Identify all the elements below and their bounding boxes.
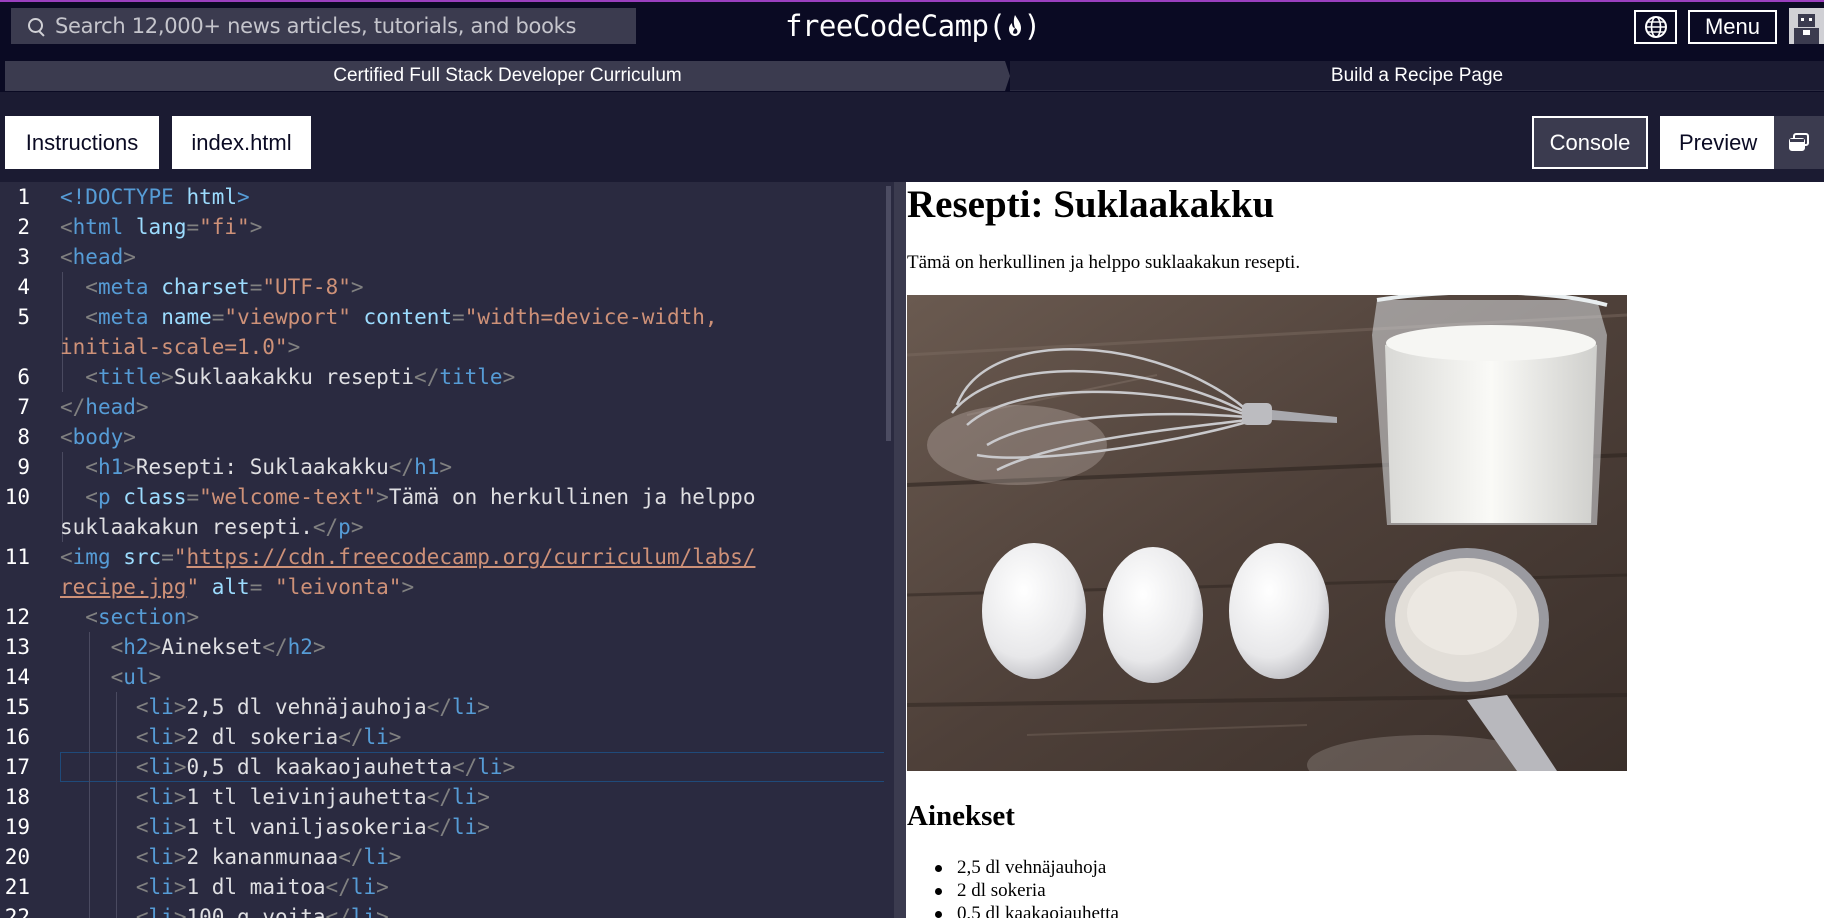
code-line: 8 <body> xyxy=(0,422,890,452)
line-number: 21 xyxy=(4,875,30,899)
code-line: 19 <li>1 tl vaniljasokeria</li> xyxy=(0,812,890,842)
line-number: 15 xyxy=(4,695,30,719)
preview-pane: Resepti: Suklaakakku Tämä on herkullinen… xyxy=(906,182,1824,918)
line-number: 19 xyxy=(4,815,30,839)
preview-intro: Tämä on herkullinen ja helppo suklaakaku… xyxy=(907,252,1301,273)
code-line: 17 <li>0,5 dl kaakaojauhetta</li> xyxy=(0,752,890,782)
pane-splitter[interactable] xyxy=(894,182,906,918)
line-number: 12 xyxy=(4,605,30,629)
list-item: 2 dl sokeria xyxy=(935,879,1119,902)
line-number: 11 xyxy=(4,545,30,569)
language-button[interactable] xyxy=(1634,10,1677,44)
code-line: initial-scale=1.0"> xyxy=(60,335,301,359)
editor-scroll-thumb[interactable] xyxy=(886,186,891,441)
list-item: 0,5 dl kaakaojauhetta xyxy=(935,902,1119,918)
code-line: 6 <title>Suklaakakku resepti</title> xyxy=(0,362,890,392)
preview-button[interactable]: Preview xyxy=(1660,116,1824,169)
line-number: 8 xyxy=(17,425,30,449)
code-line: 10 <p class="welcome-text">Tämä on herku… xyxy=(0,482,890,512)
code-line: 16 <li>2 dl sokeria</li> xyxy=(0,722,890,752)
code-line: 18 <li>1 tl leivinjauhetta</li> xyxy=(0,782,890,812)
preview-heading: Resepti: Suklaakakku xyxy=(907,183,1275,226)
code-line: 22 <li>100 g voita</li> xyxy=(0,902,890,918)
line-number: 18 xyxy=(4,785,30,809)
line-number: 22 xyxy=(4,905,30,918)
code-line: 20 <li>2 kananmunaa</li> xyxy=(0,842,890,872)
line-number: 2 xyxy=(17,215,30,239)
avatar[interactable] xyxy=(1789,8,1824,44)
tab-index-html[interactable]: index.html xyxy=(172,116,311,169)
tab-instructions[interactable]: Instructions xyxy=(5,116,159,169)
popout-icon xyxy=(1789,132,1809,151)
logo-text: freeCodeCamp( xyxy=(785,9,1006,43)
line-number: 14 xyxy=(4,665,30,689)
code-line: 14 <ul> xyxy=(0,662,890,692)
code-line: 15 <li>2,5 dl vehnäjauhoja</li> xyxy=(0,692,890,722)
line-number: 4 xyxy=(17,275,30,299)
code-line: 9 <h1>Resepti: Suklaakakku</h1> xyxy=(0,452,890,482)
tab-row: Instructions index.html Console Preview xyxy=(0,92,1824,182)
code-line: 5 <meta name="viewport" content="width=d… xyxy=(0,302,890,332)
breadcrumb-curriculum[interactable]: Certified Full Stack Developer Curriculu… xyxy=(5,61,1010,91)
line-number: 20 xyxy=(4,845,30,869)
line-number: 6 xyxy=(17,365,30,389)
code-line: 2 <html lang="fi"> xyxy=(0,212,890,242)
code-line: 3 <head> xyxy=(0,242,890,272)
logo-close: ) xyxy=(1023,9,1041,43)
code-editor[interactable]: 1 <!DOCTYPE html> 2 <html lang="fi"> 3 <hea… xyxy=(0,182,894,918)
breadcrumb: Certified Full Stack Developer Curriculu… xyxy=(0,58,1824,92)
line-number: 16 xyxy=(4,725,30,749)
globe-icon xyxy=(1644,16,1667,38)
recipe-image xyxy=(907,295,1627,771)
code-line: 11 <img src="https://cdn.freecodecamp.org… xyxy=(0,542,890,572)
search-input[interactable]: Search 12,000+ news articles, tutorials,… xyxy=(55,14,576,38)
popout-button[interactable] xyxy=(1774,116,1824,169)
ingredient-list: 2,5 dl vehnäjauhoja 2 dl sokeria 0,5 dl … xyxy=(935,856,1119,918)
line-number: 3 xyxy=(17,245,30,269)
code-line: 4 <meta charset="UTF-8"> xyxy=(0,272,890,302)
top-navbar: Search 12,000+ news articles, tutorials,… xyxy=(0,0,1824,50)
code-line: 7 </head> xyxy=(0,392,890,422)
console-button[interactable]: Console xyxy=(1532,116,1648,169)
preview-label: Preview xyxy=(1679,129,1758,155)
code-line: 21 <li>1 dl maitoa</li> xyxy=(0,872,890,902)
preview-section-heading: Ainekset xyxy=(907,800,1015,832)
search-icon xyxy=(11,8,55,44)
line-number: 17 xyxy=(4,755,30,779)
code-line: suklaakakun resepti.</p> xyxy=(60,515,364,539)
line-number: 13 xyxy=(4,635,30,659)
code-line: recipe.jpg" alt= "leivonta"> xyxy=(60,575,415,599)
line-number: 7 xyxy=(17,395,30,419)
list-item: 2,5 dl vehnäjauhoja xyxy=(935,856,1119,879)
line-number: 9 xyxy=(17,455,30,479)
search-bar[interactable]: Search 12,000+ news articles, tutorials,… xyxy=(11,8,636,44)
line-number: 10 xyxy=(4,485,30,509)
menu-button[interactable]: Menu xyxy=(1688,10,1777,44)
code-line: 12 <section> xyxy=(0,602,890,632)
code-line: 13 <h2>Ainekset</h2> xyxy=(0,632,890,662)
fcc-flame-icon xyxy=(1007,14,1023,38)
freecodecamp-logo[interactable]: freeCodeCamp( ) xyxy=(785,6,1041,46)
line-number: 1 xyxy=(17,185,30,209)
breadcrumb-lesson[interactable]: Build a Recipe Page xyxy=(1010,61,1824,91)
line-number: 5 xyxy=(17,305,30,329)
code-lines[interactable]: 1 <!DOCTYPE html> 2 <html lang="fi"> 3 <hea… xyxy=(0,182,894,918)
code-line: 1 <!DOCTYPE html> xyxy=(0,182,890,212)
